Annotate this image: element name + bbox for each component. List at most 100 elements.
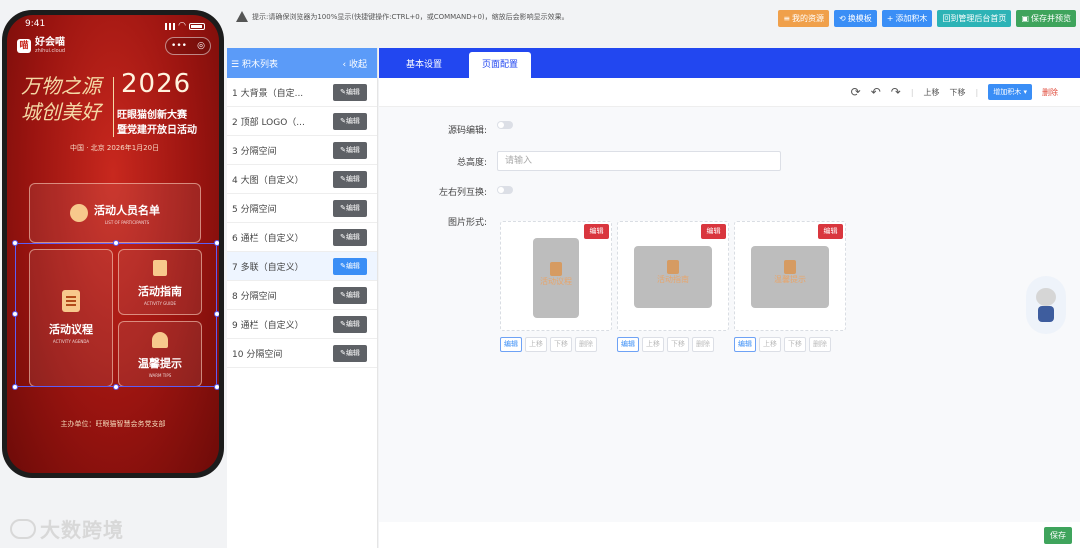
config-form: 源码编辑: 总高度: 请输入 左右列互换: 图片形式: 编辑 活动议程 编辑 活…	[379, 106, 1080, 522]
resize-handle[interactable]	[12, 240, 18, 246]
resize-handle[interactable]	[12, 384, 18, 390]
status-time: 9:41	[25, 19, 46, 29]
warning-icon	[236, 11, 248, 22]
edit-button[interactable]: 编辑	[500, 337, 522, 352]
block-edit-button[interactable]: ✎编辑	[333, 315, 367, 333]
toolbar-button-3[interactable]: 回到管理后台首页	[937, 10, 1012, 27]
block-list-item[interactable]: 5 分隔空间 ✎编辑	[227, 194, 377, 223]
block-edit-button[interactable]: ✎编辑	[333, 141, 367, 159]
block-edit-label: 编辑	[345, 145, 360, 154]
block-list-item-label: 9 通栏（自定义）	[232, 320, 304, 331]
selection-frame[interactable]	[12, 240, 219, 390]
block-list-item[interactable]: 7 多联（自定义） ✎编辑	[227, 252, 377, 281]
block-list-item-label: 6 通栏（自定义）	[232, 233, 304, 244]
block-edit-label: 编辑	[345, 232, 360, 241]
undo-icon[interactable]: ↶	[871, 85, 881, 99]
edit-button[interactable]: 编辑	[617, 337, 639, 352]
hero-year: 2026	[121, 69, 192, 99]
block-edit-button[interactable]: ✎编辑	[333, 199, 367, 217]
phone-screen: 9:41 ◠ 喵 好会喵 zhihui.cloud ••• ◎ 万物之源 城创美…	[7, 15, 219, 473]
tab-page-config[interactable]: 页面配置	[469, 52, 532, 78]
source-edit-switch[interactable]	[497, 121, 513, 129]
hero-line-1: 旺眼猫创新大赛	[117, 110, 187, 121]
block-edit-button[interactable]: ✎编辑	[333, 83, 367, 101]
block-edit-button[interactable]: ✎编辑	[333, 112, 367, 130]
image-edit-tag[interactable]: 编辑	[584, 224, 609, 239]
toolbar-button-2[interactable]: + 添加积木	[881, 10, 933, 27]
resize-handle[interactable]	[214, 311, 219, 317]
image-form-label: 图片形式:	[447, 218, 487, 228]
move-up-button[interactable]: 上移	[759, 337, 781, 352]
collapse-button[interactable]: ‹ 收起	[343, 57, 367, 70]
close-icon[interactable]: ◎	[197, 41, 205, 51]
resize-handle[interactable]	[214, 384, 219, 390]
resize-handle[interactable]	[214, 240, 219, 246]
add-block-dropdown[interactable]: 增加积木 ▾	[988, 84, 1032, 100]
save-button[interactable]: 保存	[1044, 527, 1072, 544]
redo-icon[interactable]: ↷	[891, 85, 901, 99]
block-list-item[interactable]: 2 顶部 LOGO（... ✎编辑	[227, 107, 377, 136]
resize-handle[interactable]	[12, 311, 18, 317]
delete-block-button[interactable]: 删除	[1042, 87, 1058, 98]
document-icon	[550, 262, 562, 276]
add-block-label: 增加积木	[993, 88, 1022, 96]
move-down-button[interactable]: 下移	[667, 337, 689, 352]
mini-app-capsule[interactable]: ••• ◎	[165, 37, 211, 55]
block-edit-button[interactable]: ✎编辑	[333, 257, 367, 275]
block-list-item[interactable]: 8 分隔空间 ✎编辑	[227, 281, 377, 310]
block-edit-button[interactable]: ✎编辑	[333, 170, 367, 188]
block-edit-label: 编辑	[345, 174, 360, 183]
block-list-item[interactable]: 4 大图（自定义） ✎编辑	[227, 165, 377, 194]
image-edit-tag[interactable]: 编辑	[818, 224, 843, 239]
block-list-item[interactable]: 6 通栏（自定义） ✎编辑	[227, 223, 377, 252]
block-edit-label: 编辑	[345, 261, 360, 270]
block-edit-button[interactable]: ✎编辑	[333, 286, 367, 304]
toolbar-button-label: 换模板	[847, 14, 872, 23]
resize-handle[interactable]	[113, 384, 119, 390]
resize-handle[interactable]	[113, 240, 119, 246]
block-list-header: ☰ 积木列表 ‹ 收起	[227, 48, 377, 78]
block-list-item[interactable]: 9 通栏（自定义） ✎编辑	[227, 310, 377, 339]
move-down-button[interactable]: 下移	[550, 337, 572, 352]
swap-columns-switch[interactable]	[497, 186, 513, 194]
hero-line-2: 暨党建开放日活动	[117, 125, 197, 136]
move-up-button[interactable]: 上移	[924, 87, 940, 98]
move-down-button[interactable]: 下移	[950, 87, 966, 98]
move-down-button[interactable]: 下移	[784, 337, 806, 352]
edit-button[interactable]: 编辑	[734, 337, 756, 352]
block-edit-button[interactable]: ✎编辑	[333, 228, 367, 246]
block-list-item[interactable]: 3 分隔空间 ✎编辑	[227, 136, 377, 165]
hero-meta: 中国 · 北京 2026年1月20日	[70, 144, 160, 152]
image-card-2: 编辑 活动指南	[617, 221, 729, 331]
organizer-footer: 主办单位：旺眼猫智慧会务党支部	[60, 420, 166, 428]
more-icon[interactable]: •••	[171, 41, 187, 51]
refresh-icon[interactable]: ⟳	[851, 85, 861, 99]
delete-button[interactable]: 删除	[575, 337, 597, 352]
toolbar-button-1[interactable]: ⟲ 换模板	[834, 10, 877, 27]
block-list-panel: ☰ 积木列表 ‹ 收起 1 大背景（自定... ✎编辑 2 顶部 LOGO（... ✎…	[227, 48, 378, 548]
total-height-input[interactable]: 请输入	[497, 151, 781, 171]
toolbar-button-label: 添加积木	[895, 14, 928, 23]
total-height-label: 总高度:	[456, 158, 487, 168]
block-list-item[interactable]: 1 大背景（自定... ✎编辑	[227, 78, 377, 107]
block-edit-label: 编辑	[345, 290, 360, 299]
tab-basic-settings[interactable]: 基本设置	[393, 52, 455, 78]
delete-button[interactable]: 删除	[809, 337, 831, 352]
image-card-3: 编辑 温馨提示	[734, 221, 846, 331]
wifi-icon: ◠	[178, 21, 186, 31]
image-edit-tag[interactable]: 编辑	[701, 224, 726, 239]
block-list-item-label: 3 分隔空间	[232, 146, 277, 157]
block-list-title: 积木列表	[241, 59, 278, 70]
delete-button[interactable]: 删除	[692, 337, 714, 352]
hero-calligraphy: 万物之源 城创美好	[21, 74, 101, 124]
assistant-mascot[interactable]	[1026, 276, 1066, 334]
move-up-button[interactable]: 上移	[642, 337, 664, 352]
toolbar-button-0[interactable]: ≡ 我的资源	[778, 10, 830, 27]
block-list-item-label: 1 大背景（自定...	[232, 88, 304, 99]
toolbar-button-4[interactable]: ▣ 保存并预览	[1016, 10, 1076, 27]
block-list-item[interactable]: 10 分隔空间 ✎编辑	[227, 339, 377, 368]
block-edit-button[interactable]: ✎编辑	[333, 344, 367, 362]
participants-card[interactable]: 活动人员名单 LIST OF PARTICIPANTS	[29, 183, 201, 243]
block-edit-label: 编辑	[345, 319, 360, 328]
move-up-button[interactable]: 上移	[525, 337, 547, 352]
